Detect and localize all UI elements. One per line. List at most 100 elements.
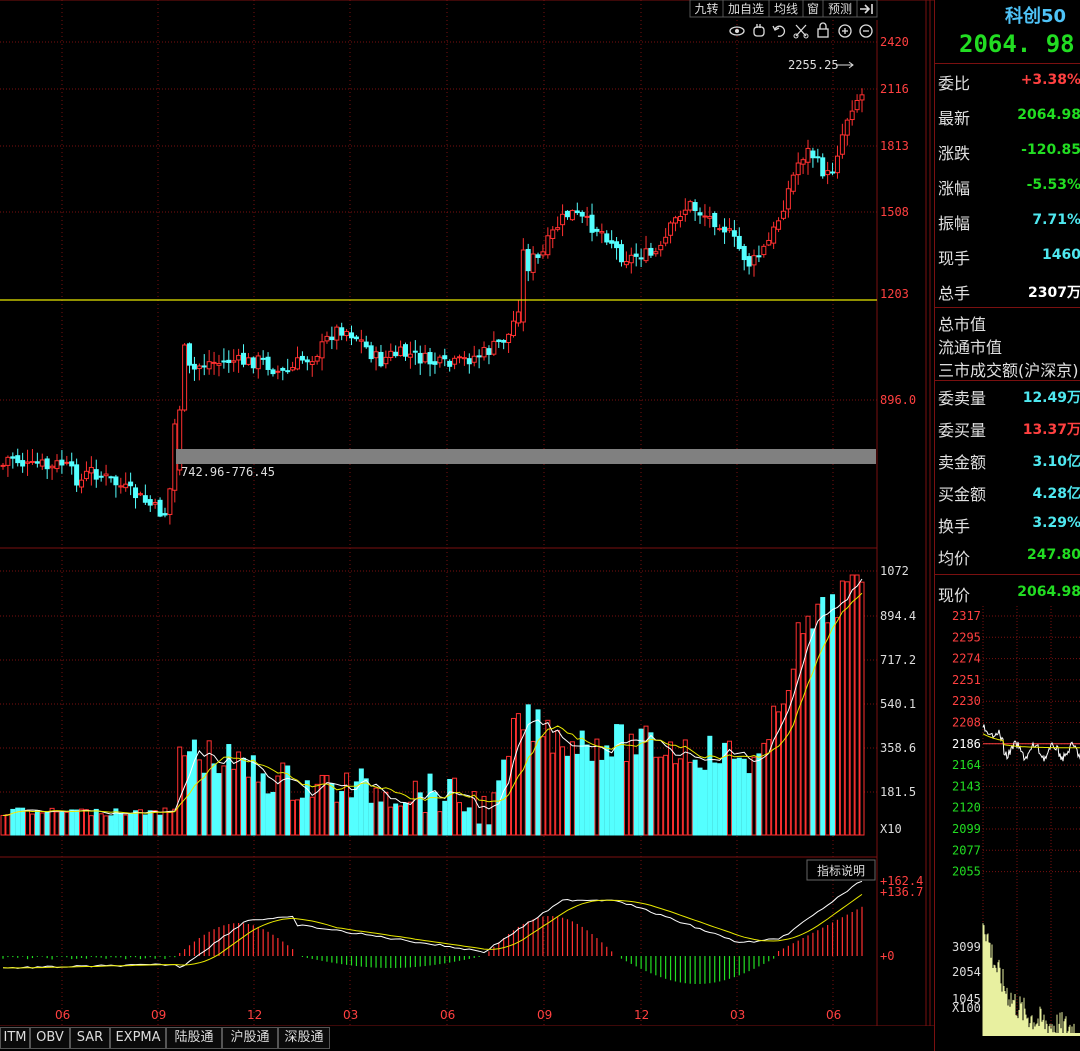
mini-price-tick: 2230 [952,694,981,708]
candle [147,495,153,512]
volume-bar [128,813,134,836]
mini-price-tick: 2251 [952,673,981,687]
candle [10,452,16,469]
volume-bar [452,777,458,836]
volume-bar [309,796,315,836]
time-tick: 12 [247,1008,262,1022]
toolbar-button[interactable]: 均线 [774,2,798,16]
volume-bar [599,759,605,836]
candle [471,345,477,367]
candle [15,448,21,467]
candle [766,232,772,247]
hand-icon[interactable] [753,24,765,37]
candle [142,484,148,506]
undo-icon[interactable] [772,25,786,37]
toolbar-button[interactable]: 预测 [828,2,852,16]
volume-bar [427,773,433,836]
candle [663,228,669,247]
candle [432,352,438,374]
candle [668,220,674,244]
volume-bar [363,778,369,836]
candle [594,226,600,237]
volume-bar [275,775,281,836]
candle [88,456,94,486]
indicator-tab[interactable]: EXPMA [110,1027,166,1049]
candle [844,117,850,146]
candle [633,243,639,267]
volume-bar [560,746,566,836]
candle [550,226,556,249]
indicator-tab[interactable]: ITM [0,1027,30,1049]
scissors-icon[interactable] [793,24,809,39]
volume-bar [34,810,40,836]
toolbar-button[interactable]: 九转 [694,1,718,16]
volume-tick: 181.5 [880,785,916,799]
candle [358,329,364,354]
intraday-chart[interactable]: 2317 2295 2274 2251 2230 2208 2186 2164 2143 2120… [935,606,1080,1051]
candle [702,204,708,227]
stat-row: 最新 2064.98 [938,107,1080,128]
stat-row: 总手 2307万 [938,284,1080,303]
macd-tick: +136.7 [880,885,923,899]
volume-bar [682,739,688,836]
volume-bar [250,755,256,836]
kline-chart[interactable]: 九转 加自选 均线窗预测 742.96-776.45 2255.25 2420 211… [0,0,934,1051]
volume-bar [697,767,703,836]
indicator-tab[interactable]: 深股通 [278,1027,330,1049]
candle [314,354,320,365]
volume-bar [152,810,158,836]
candle [780,200,786,221]
volume-bar [604,745,610,836]
volume-bar [69,809,75,836]
candle [452,355,458,370]
indicator-tab[interactable]: 沪股通 [222,1027,278,1049]
candle [481,341,487,361]
candle [353,335,359,342]
volume-bar [412,780,418,836]
toolbar-button[interactable]: 窗 [807,2,819,16]
indicator-tab[interactable]: OBV [30,1027,70,1049]
volume-bar [545,719,551,836]
lock-icon[interactable] [817,22,829,38]
candle [756,245,762,263]
candle [476,349,482,369]
chart-toolbar: 九转 加自选 均线窗预测 [689,0,878,18]
volume-bar [805,615,811,836]
candle [250,356,256,374]
zoom-out-icon[interactable] [859,24,873,38]
toolbar-button[interactable]: 加自选 [728,2,764,16]
volume-bar [815,603,821,836]
volume-bar [594,738,600,836]
candle [157,497,163,518]
indicator-tab[interactable]: 陆股通 [166,1027,222,1049]
volume-bar [388,806,394,836]
zoom-in-icon[interactable] [838,24,852,38]
candle [290,361,296,372]
volume-bar [5,814,11,836]
price-tick: 896.0 [880,393,916,407]
volume-bar [638,728,644,836]
candle [152,498,158,509]
volume-tick: 894.4 [880,609,916,623]
mini-volume-tick: X100 [952,1001,981,1015]
volume-bar [29,813,35,836]
stat-row: 委买量 13.37万 [938,421,1080,440]
candle [417,345,423,375]
candle [368,341,374,363]
price-tick: 1508 [880,205,909,219]
time-tick: 03 [343,1008,358,1022]
candle [79,473,85,494]
volume-bar [677,758,683,836]
indicator-tab[interactable]: SAR [70,1027,110,1049]
candle [83,461,89,482]
price-tick: 1203 [880,287,909,301]
candle [339,322,345,341]
volume-bar [736,757,742,836]
candle [383,350,389,369]
candle [422,344,428,364]
candle [167,487,173,525]
volume-bar [255,781,261,836]
candle [260,350,266,365]
volume-bar [201,772,207,836]
volume-bar [118,812,124,836]
